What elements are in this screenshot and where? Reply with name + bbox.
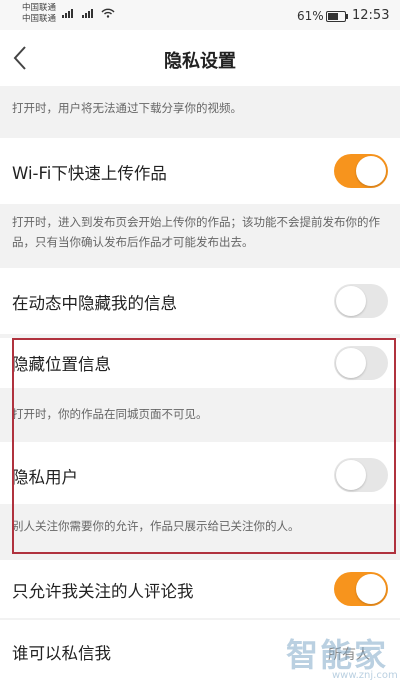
- clock: 12:53: [352, 8, 390, 23]
- who-can-message-label: 谁可以私信我: [12, 644, 111, 663]
- hide-location-desc: 打开时，你的作品在同城页面不可见。: [0, 388, 400, 442]
- battery-fill: [328, 13, 338, 20]
- comment-limit-toggle[interactable]: [334, 572, 388, 606]
- toggle-knob: [356, 574, 386, 604]
- hide-location-label: 隐藏位置信息: [12, 355, 111, 374]
- download-desc: 打开时，用户将无法通过下载分享你的视频。: [0, 88, 400, 128]
- private-user-toggle[interactable]: [334, 458, 388, 492]
- private-user-desc: 别人关注你需要你的允许，作品只展示给已关注你的人。: [0, 504, 400, 554]
- hide-in-feed-label: 在动态中隐藏我的信息: [12, 294, 177, 313]
- setting-row-wifi-upload[interactable]: Wi-Fi下快速上传作品: [0, 138, 400, 204]
- setting-row-hide-in-feed[interactable]: 在动态中隐藏我的信息: [0, 268, 400, 334]
- signal-icon: [62, 9, 73, 18]
- nav-bar: 隐私设置: [0, 30, 400, 86]
- setting-row-private-user[interactable]: 隐私用户: [0, 442, 400, 504]
- battery-icon: [326, 11, 348, 22]
- page-title: 隐私设置: [164, 51, 236, 72]
- private-user-label: 隐私用户: [12, 468, 78, 487]
- wifi-upload-label: Wi-Fi下快速上传作品: [12, 164, 167, 183]
- setting-row-comment-limit[interactable]: 只允许我关注的人评论我: [0, 560, 400, 618]
- setting-row-who-can-message[interactable]: 谁可以私信我 所有人: [0, 620, 400, 691]
- wifi-icon: [101, 8, 115, 18]
- toggle-knob: [336, 286, 366, 316]
- comment-limit-label: 只允许我关注的人评论我: [12, 582, 194, 601]
- carrier-1: 中国联通: [22, 3, 57, 13]
- hide-location-toggle[interactable]: [334, 346, 388, 380]
- battery-percent: 61%: [297, 9, 324, 23]
- carrier-2: 中国联通: [22, 14, 57, 24]
- status-bar: 中国联通 中国联通 61% 12:53: [0, 0, 400, 30]
- hide-in-feed-toggle[interactable]: [334, 284, 388, 318]
- who-can-message-value[interactable]: 所有人: [328, 644, 370, 664]
- toggle-knob: [336, 460, 366, 490]
- toggle-knob: [356, 156, 386, 186]
- toggle-knob: [336, 348, 366, 378]
- wifi-upload-toggle[interactable]: [334, 154, 388, 188]
- wifi-upload-desc: 打开时，进入到发布页会开始上传你的作品；该功能不会提前发布你的作品，只有当你确认…: [0, 204, 400, 268]
- signal-icon-2: [82, 9, 93, 18]
- carrier-info: 中国联通 中国联通: [22, 3, 56, 25]
- setting-row-hide-location[interactable]: 隐藏位置信息: [0, 338, 400, 388]
